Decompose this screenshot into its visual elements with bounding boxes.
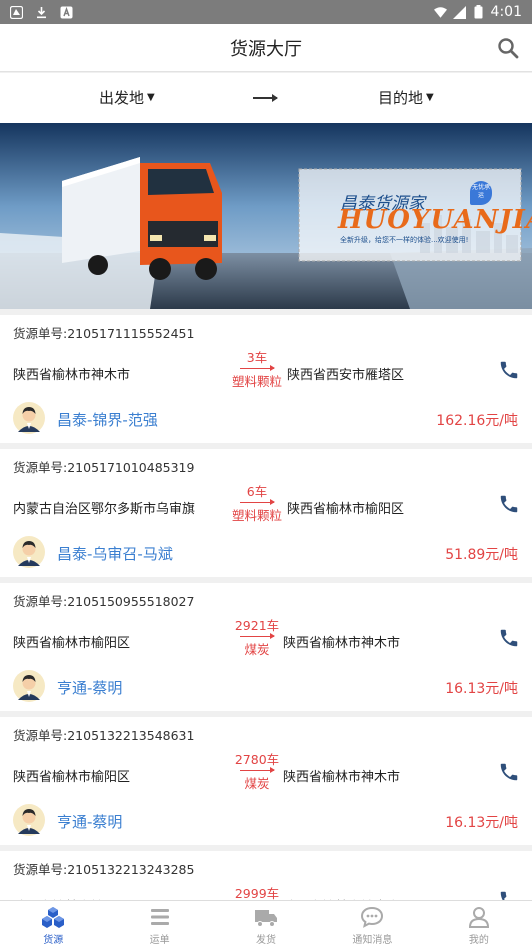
promo-banner[interactable]: 昌泰货源家 HUOYUANJIA 全新升级，给您不一样的体验...欢迎使用! 无… [0, 123, 532, 309]
phone-icon[interactable] [498, 359, 520, 381]
order-number: 货源单号:2105132213548631 [13, 728, 195, 743]
banner-brand-en: HUOYUANJIA [338, 205, 532, 235]
freight-price: 16.13元/吨 [445, 815, 518, 831]
tab-profile[interactable]: 我的 [426, 901, 532, 946]
tab-ship[interactable]: 发货 [213, 901, 319, 946]
order-number: 货源单号:2105171010485319 [13, 460, 195, 475]
tab-waybill-label: 运单 [149, 935, 170, 946]
tab-supply-label: 货源 [43, 935, 64, 946]
avatar [13, 804, 45, 836]
destination-address: 陕西省榆林市神木市 [283, 770, 401, 785]
route-arrow-icon [240, 633, 275, 639]
status-bar: 4:01 [0, 0, 532, 24]
route-info: 2780车 煤炭 [222, 749, 292, 792]
cargo-type: 塑料颗粒 [231, 508, 282, 523]
truck-count: 2780车 [234, 752, 280, 767]
battery-icon [472, 5, 485, 19]
truck-icon [254, 905, 278, 929]
avatar [13, 402, 45, 434]
freight-price: 16.13元/吨 [445, 681, 518, 697]
tab-waybill[interactable]: 运单 [106, 901, 212, 946]
phone-icon[interactable] [498, 627, 520, 649]
tab-notifications[interactable]: 通知消息 [319, 901, 425, 946]
truck-count: 2921车 [234, 618, 280, 633]
route-info: 6车 塑料颗粒 [222, 481, 292, 524]
destination-address: 陕西省榆林市榆阳区 [287, 502, 405, 517]
tab-supply[interactable]: 货源 [0, 901, 106, 946]
tab-profile-label: 我的 [468, 935, 489, 946]
route-info: 3车 塑料颗粒 [222, 347, 292, 390]
origin-filter-label: 出发地 [99, 89, 145, 107]
status-time: 4:01 [490, 4, 522, 20]
truck-count: 6车 [246, 484, 268, 499]
origin-filter-button[interactable]: 出发地 ▼ [99, 87, 155, 108]
cargo-type: 塑料颗粒 [231, 374, 282, 389]
order-card[interactable]: 货源单号:2105171010485319 内蒙古自治区鄂尔多斯市乌审旗 6车 … [0, 449, 532, 577]
destination-filter-button[interactable]: 目的地 ▼ [378, 87, 434, 108]
order-number: 货源单号:2105132213243285 [13, 862, 195, 877]
caret-down-icon: ▼ [147, 92, 155, 103]
search-icon[interactable] [496, 36, 520, 60]
avatar [13, 536, 45, 568]
tab-ship-label: 发货 [256, 935, 277, 946]
avatar [13, 670, 45, 702]
shipper-name[interactable]: 亨通-蔡明 [57, 677, 122, 698]
order-number: 货源单号:2105150955518027 [13, 594, 195, 609]
route-filter-bar: 出发地 ▼ 目的地 ▼ [0, 73, 532, 123]
app-header: 货源大厅 [0, 24, 532, 72]
route-info: 2921车 煤炭 [222, 615, 292, 658]
origin-address: 陕西省榆林市神木市 [13, 368, 131, 383]
phone-icon[interactable] [498, 493, 520, 515]
bottom-tab-bar: 货源 运单 发货 通知消息 我的 [0, 900, 532, 946]
signal-icon [452, 5, 466, 19]
order-card[interactable]: 货源单号:2105150955518027 陕西省榆林市榆阳区 2921车 煤炭… [0, 583, 532, 711]
order-card[interactable]: 货源单号:2105171115552451 陕西省榆林市神木市 3车 塑料颗粒 … [0, 315, 532, 443]
banner-slogan: 全新升级，给您不一样的体验...欢迎使用! [340, 236, 469, 244]
order-list: 货源单号:2105171115552451 陕西省榆林市神木市 3车 塑料颗粒 … [0, 315, 532, 946]
person-icon [467, 905, 491, 929]
tab-notifications-label: 通知消息 [352, 935, 393, 946]
truck-count: 3车 [246, 350, 268, 365]
route-arrow-icon [253, 94, 278, 102]
download-icon [35, 6, 48, 19]
freight-price: 51.89元/吨 [445, 547, 518, 563]
app-root: 4:01 货源大厅 出发地 ▼ 目的地 ▼ 昌泰货源家 HUOYUANJIA 全… [0, 0, 532, 946]
banner-badge: 无忧承运 [470, 181, 492, 205]
page-title: 货源大厅 [230, 38, 302, 60]
order-card[interactable]: 货源单号:2105132213548631 陕西省榆林市榆阳区 2780车 煤炭… [0, 717, 532, 845]
list-icon [148, 905, 172, 929]
cubes-icon [41, 905, 65, 929]
wifi-icon [433, 6, 447, 19]
destination-filter-label: 目的地 [378, 89, 424, 107]
route-arrow-icon [240, 767, 275, 773]
origin-address: 陕西省榆林市榆阳区 [13, 770, 131, 785]
origin-address: 内蒙古自治区鄂尔多斯市乌审旗 [13, 502, 196, 517]
freight-price: 162.16元/吨 [436, 413, 518, 429]
route-arrow-icon [240, 365, 275, 371]
destination-address: 陕西省西安市雁塔区 [287, 368, 405, 383]
shipper-name[interactable]: 昌泰-乌审召-马斌 [57, 543, 173, 564]
phone-icon[interactable] [498, 761, 520, 783]
cargo-type: 煤炭 [244, 642, 270, 657]
cargo-type: 煤炭 [244, 776, 270, 791]
destination-address: 陕西省榆林市神木市 [283, 636, 401, 651]
app-a-icon [60, 6, 73, 19]
route-arrow-icon [240, 499, 275, 505]
notification-app-icon [10, 5, 23, 19]
caret-down-icon: ▼ [426, 92, 434, 103]
shipper-name[interactable]: 昌泰-锦界-范强 [57, 409, 158, 430]
shipper-name[interactable]: 亨通-蔡明 [57, 811, 122, 832]
origin-address: 陕西省榆林市榆阳区 [13, 636, 131, 651]
chat-icon [360, 905, 384, 929]
order-number: 货源单号:2105171115552451 [13, 326, 195, 341]
